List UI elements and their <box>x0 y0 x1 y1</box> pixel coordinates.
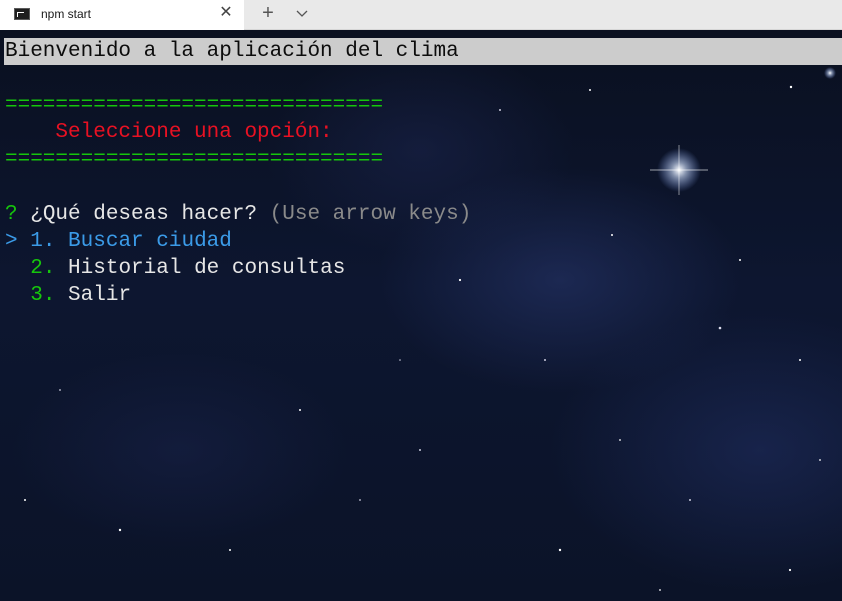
option-label: Buscar ciudad <box>68 230 232 253</box>
tab-bar: npm start ✕ + <box>0 0 842 30</box>
select-option-prompt: Seleccione una opción: <box>5 121 333 144</box>
separator-bottom: ============================== <box>5 148 384 171</box>
tab-npm-start[interactable]: npm start ✕ <box>0 0 244 30</box>
menu-option-3[interactable]: 3. Salir <box>5 282 131 309</box>
terminal-icon <box>14 8 30 20</box>
selection-pointer: > <box>5 230 18 253</box>
chevron-down-icon[interactable] <box>293 5 311 23</box>
option-number: 1. <box>30 230 56 253</box>
arrow-keys-hint: (Use arrow keys) <box>269 203 472 226</box>
tab-title: npm start <box>41 7 92 21</box>
new-tab-button[interactable]: + <box>258 3 278 25</box>
menu-option-1[interactable]: > 1. Buscar ciudad <box>5 228 232 255</box>
option-number: 3. <box>30 284 56 307</box>
close-icon[interactable]: ✕ <box>218 5 234 21</box>
option-number: 2. <box>30 257 56 280</box>
separator-top: ============================== <box>5 94 384 117</box>
question-mark: ? <box>5 203 18 226</box>
menu-option-2[interactable]: 2. Historial de consultas <box>5 255 345 282</box>
terminal-window[interactable]: Bienvenido a la aplicación del clima ===… <box>0 30 842 601</box>
welcome-banner-text: Bienvenido a la aplicación del clima <box>5 40 459 63</box>
option-label: Salir <box>68 284 132 307</box>
question-line: ? ¿Qué deseas hacer? (Use arrow keys) <box>5 201 471 228</box>
question-text: ¿Qué deseas hacer? <box>30 203 258 226</box>
option-label: Historial de consultas <box>68 257 346 280</box>
